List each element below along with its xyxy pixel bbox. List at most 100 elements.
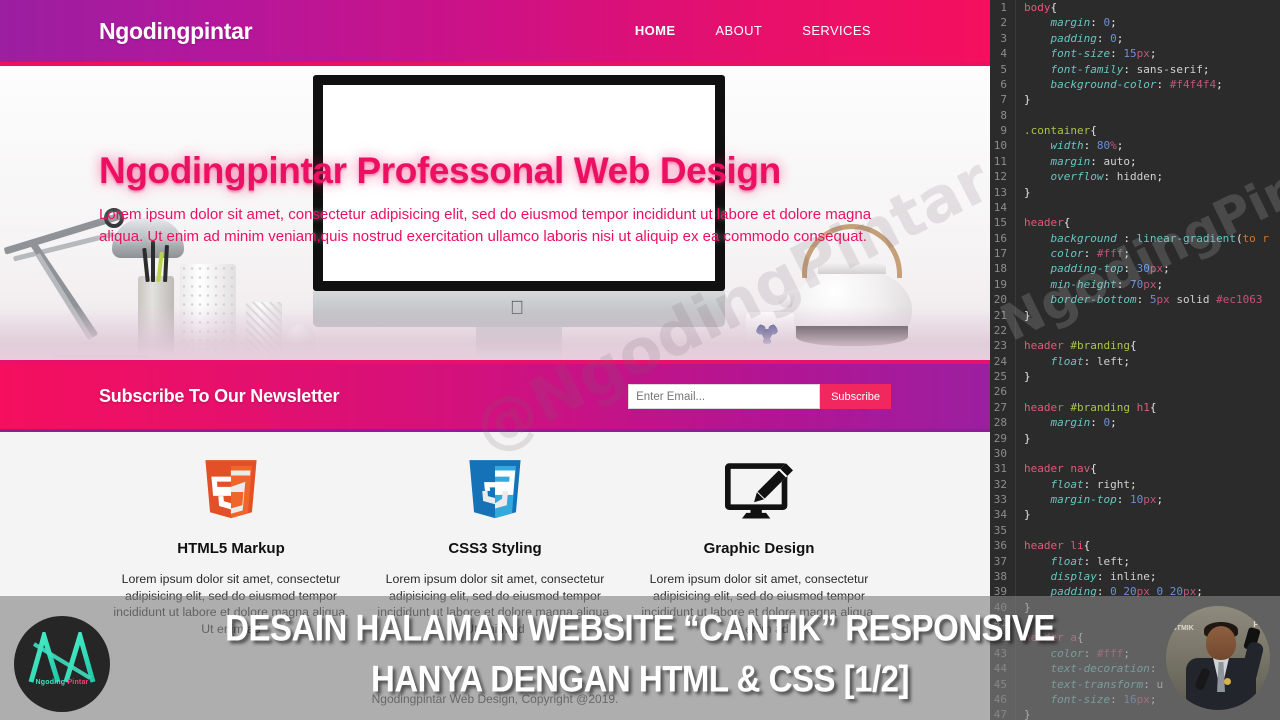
code-text[interactable]: display: inline;	[1016, 569, 1156, 584]
code-line[interactable]: 16 background : linear-gradient(to r	[990, 230, 1280, 246]
code-text[interactable]: margin-top: 10px;	[1016, 492, 1163, 507]
code-line[interactable]: 33 margin-top: 10px;	[990, 492, 1280, 508]
code-line[interactable]: 30	[990, 445, 1280, 462]
code-line[interactable]: 34}	[990, 507, 1280, 523]
desk-surface-decoration	[0, 306, 990, 360]
code-text[interactable]	[1016, 384, 1024, 399]
code-text[interactable]: }	[1016, 507, 1031, 522]
code-text[interactable]	[1016, 200, 1024, 215]
code-line[interactable]: 28 margin: 0;	[990, 415, 1280, 431]
code-text[interactable]	[1016, 323, 1024, 338]
code-text[interactable]: }	[1016, 185, 1031, 200]
newsletter-heading: Subscribe To Our Newsletter	[99, 386, 340, 406]
code-text[interactable]: padding-top: 30px;	[1016, 261, 1169, 276]
code-text[interactable]: background-color: #f4f4f4;	[1016, 77, 1222, 92]
video-title-overlay: DESAIN HALAMAN WEBSITE “CANTIK” RESPONSI…	[0, 596, 1280, 720]
code-line[interactable]: 15 header{	[990, 215, 1280, 231]
code-line[interactable]: 8	[990, 107, 1280, 123]
code-text[interactable]: }	[1016, 431, 1031, 446]
line-number: 23	[990, 338, 1016, 354]
code-line[interactable]: 25}	[990, 369, 1280, 385]
code-line[interactable]: 5 font-family: sans-serif;	[990, 61, 1280, 77]
code-text[interactable]: border-bottom: 5px solid #ec1063	[1016, 292, 1262, 307]
code-line[interactable]: 27 header #branding h1{	[990, 399, 1280, 416]
code-line[interactable]: 29}	[990, 430, 1280, 446]
nav-link-about[interactable]: ABOUT	[715, 23, 762, 38]
code-line[interactable]: 20 border-bottom: 5px solid #ec1063	[990, 292, 1280, 308]
code-text[interactable]: margin: 0;	[1016, 415, 1116, 430]
code-text[interactable]: float: right;	[1016, 477, 1136, 492]
nav-link-home[interactable]: HOME	[635, 23, 676, 38]
code-line[interactable]: 24 float: left;	[990, 353, 1280, 369]
code-line[interactable]: 9 .container{	[990, 123, 1280, 139]
code-line[interactable]: 2 margin: 0;	[990, 15, 1280, 31]
code-text[interactable]: margin: 0;	[1016, 15, 1116, 30]
code-text[interactable]: width: 80%;	[1016, 138, 1123, 153]
code-text[interactable]: float: left;	[1016, 554, 1130, 569]
code-text[interactable]: font-size: 15px;	[1016, 46, 1156, 61]
code-text[interactable]: .container{	[1016, 123, 1097, 138]
code-line[interactable]: 19 min-height: 70px;	[990, 276, 1280, 293]
line-number: 10	[990, 138, 1016, 154]
code-text[interactable]: }	[1016, 308, 1031, 323]
code-text[interactable]: header nav{	[1016, 461, 1097, 476]
code-text[interactable]: header #branding{	[1016, 338, 1137, 353]
code-text[interactable]: }	[1016, 92, 1031, 107]
code-line[interactable]: 26	[990, 384, 1280, 400]
code-line[interactable]: 17 color: #fff;	[990, 246, 1280, 262]
newsletter-subscribe-button[interactable]: Subscribe	[820, 384, 891, 409]
code-text[interactable]: }	[1016, 369, 1031, 384]
line-number: 1	[990, 0, 1016, 16]
code-line[interactable]: 35	[990, 522, 1280, 539]
code-line[interactable]: 10 width: 80%;	[990, 138, 1280, 154]
code-text[interactable]: background : linear-gradient(to r	[1016, 231, 1269, 246]
code-text[interactable]: min-height: 70px;	[1016, 277, 1163, 292]
code-text[interactable]: float: left;	[1016, 354, 1130, 369]
code-line[interactable]: 3 padding: 0;	[990, 30, 1280, 47]
line-number: 18	[990, 261, 1016, 277]
newsletter-email-input[interactable]	[628, 384, 821, 409]
nav-item-home[interactable]: HOME	[615, 22, 696, 40]
line-number: 28	[990, 415, 1016, 431]
code-line[interactable]: 14	[990, 199, 1280, 216]
code-line[interactable]: 6 background-color: #f4f4f4;	[990, 76, 1280, 93]
code-line[interactable]: 1 body{	[990, 0, 1280, 16]
nav-item-about[interactable]: ABOUT	[695, 22, 782, 40]
code-text[interactable]	[1016, 523, 1024, 538]
code-text[interactable]	[1016, 446, 1024, 461]
code-line[interactable]: 38 display: inline;	[990, 568, 1280, 585]
code-line[interactable]: 37 float: left;	[990, 553, 1280, 569]
code-text[interactable]: body{	[1016, 0, 1057, 15]
code-text[interactable]: font-family: sans-serif;	[1016, 62, 1209, 77]
code-line[interactable]: 23 header #branding{	[990, 338, 1280, 354]
line-number: 12	[990, 169, 1016, 185]
nav-link-services[interactable]: SERVICES	[802, 23, 871, 38]
line-number: 22	[990, 322, 1016, 339]
code-text[interactable]: header li{	[1016, 538, 1090, 553]
code-text[interactable]: header{	[1016, 215, 1070, 230]
code-text[interactable]: color: #fff;	[1016, 246, 1130, 261]
code-line[interactable]: 18 padding-top: 30px;	[990, 261, 1280, 277]
nav-item-services[interactable]: SERVICES	[782, 22, 891, 40]
code-text[interactable]: header #branding h1{	[1016, 400, 1156, 415]
line-number: 20	[990, 292, 1016, 308]
hero-heading: Ngodingpintar Professonal Web Design	[99, 150, 781, 191]
code-line[interactable]: 21}	[990, 307, 1280, 323]
code-line[interactable]: 4 font-size: 15px;	[990, 46, 1280, 62]
line-number: 27	[990, 399, 1016, 416]
code-line[interactable]: 36 header li{	[990, 538, 1280, 554]
code-text[interactable]: overflow: hidden;	[1016, 169, 1163, 184]
code-line[interactable]: 22	[990, 322, 1280, 339]
code-line[interactable]: 11 margin: auto;	[990, 153, 1280, 170]
graphic-design-icon	[637, 456, 881, 530]
code-text[interactable]: margin: auto;	[1016, 154, 1136, 169]
code-line[interactable]: 31 header nav{	[990, 461, 1280, 477]
code-text[interactable]	[1016, 108, 1024, 123]
code-text[interactable]: padding: 0;	[1016, 31, 1123, 46]
line-number: 9	[990, 123, 1016, 139]
code-line[interactable]: 32 float: right;	[990, 476, 1280, 492]
feature-title: CSS3 Styling	[448, 540, 542, 557]
code-line[interactable]: 12 overflow: hidden;	[990, 169, 1280, 185]
code-line[interactable]: 13}	[990, 184, 1280, 200]
code-line[interactable]: 7}	[990, 92, 1280, 108]
